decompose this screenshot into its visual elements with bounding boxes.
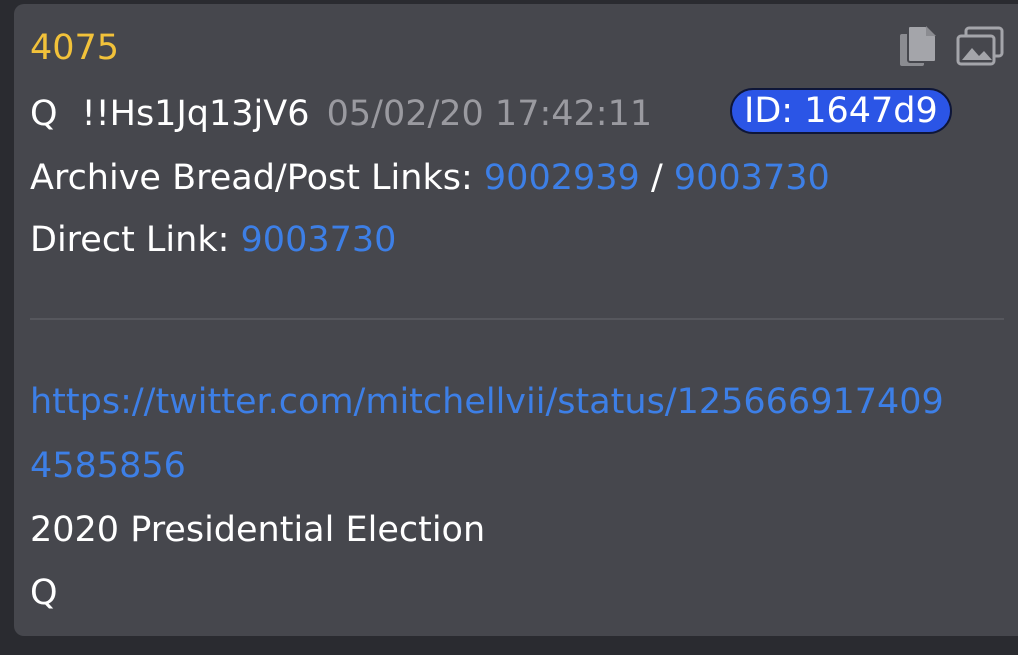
- post-number: 4075: [30, 28, 120, 68]
- divider: [30, 318, 1004, 320]
- post-body-line: 2020 Presidential Election: [30, 510, 486, 550]
- copy-icon[interactable]: [898, 24, 938, 68]
- direct-link-label: Direct Link:: [30, 220, 230, 260]
- twitter-url-link-part-1[interactable]: https://twitter.com/mitchellvii/status/1…: [30, 382, 944, 422]
- archive-label: Archive Bread/Post Links:: [30, 158, 473, 198]
- archive-post-link[interactable]: 9003730: [674, 158, 830, 198]
- post-header: Q !!Hs1Jq13jV6 05/02/20 17:42:11 ID: 1647…: [30, 88, 952, 136]
- archive-separator: /: [650, 158, 663, 198]
- twitter-url-line-2: 4585856: [30, 444, 186, 488]
- images-icon[interactable]: [956, 26, 1004, 66]
- post-actions: [898, 24, 1004, 68]
- post-timestamp: 05/02/20 17:42:11: [326, 94, 653, 134]
- tripcode: !!Hs1Jq13jV6: [81, 94, 310, 134]
- id-badge[interactable]: ID: 1647d9: [730, 88, 952, 134]
- twitter-url-link-part-2[interactable]: 4585856: [30, 446, 186, 486]
- direct-link[interactable]: 9003730: [241, 220, 397, 260]
- archive-bread-link[interactable]: 9002939: [484, 158, 640, 198]
- twitter-url-line-1: https://twitter.com/mitchellvii/status/1…: [30, 380, 944, 424]
- poster-name: Q: [30, 94, 58, 134]
- post-signature: Q: [30, 573, 58, 613]
- post-card: 4075 Q !!Hs1Jq13jV6 05/02/20 17:42:11 ID:…: [14, 4, 1018, 636]
- archive-links-row: Archive Bread/Post Links: 9002939 / 9003…: [30, 156, 830, 200]
- direct-link-row: Direct Link: 9003730: [30, 218, 396, 262]
